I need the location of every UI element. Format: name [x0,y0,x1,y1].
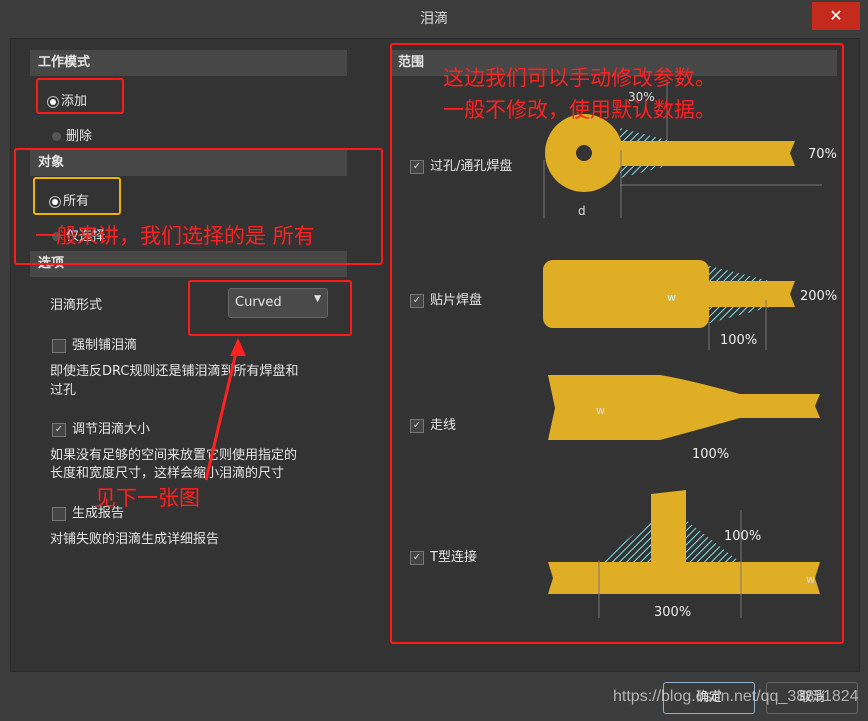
annotation-arrow [204,338,246,481]
watermark: https://blog.csdn.net/qq_38851824 [613,688,859,705]
annotation-box [36,78,124,114]
annotation-box [390,43,844,644]
annotation-text: 一般不修改，使用默认数据。 [443,98,716,122]
annotation-box-highlight [33,177,121,215]
annotation-text: 见下一张图 [95,486,200,510]
annotation-box [188,280,352,336]
annotation-text: 这边我们可以手动修改参数。 [443,66,716,90]
annotation-text: 一般来讲，我们选择的是 所有 [35,224,315,248]
